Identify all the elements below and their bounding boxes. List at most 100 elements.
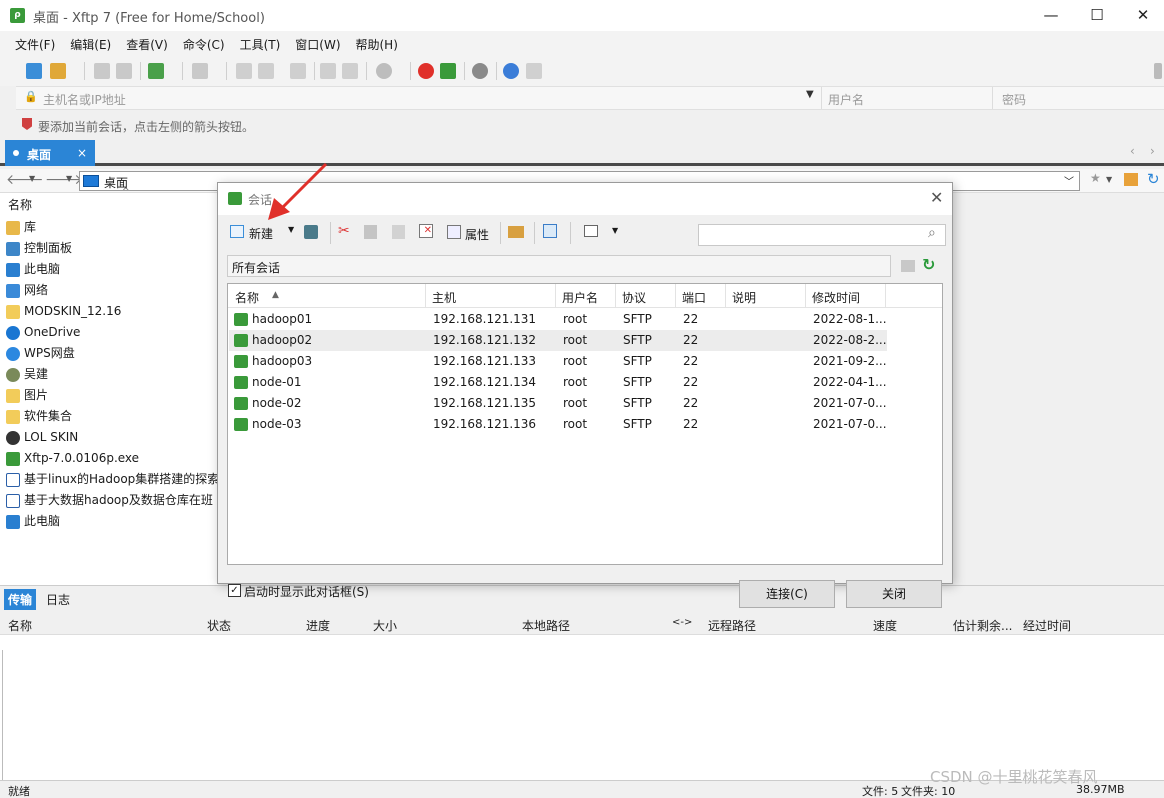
column-name[interactable]: 名称 (8, 617, 32, 634)
toolbar-overflow-icon[interactable] (1154, 63, 1162, 79)
transfer-icon[interactable] (290, 63, 306, 79)
list-item[interactable]: MODSKIN_12.16 (6, 301, 121, 321)
copy-icon[interactable] (364, 225, 377, 239)
delete-icon[interactable]: ✕ (419, 224, 433, 238)
menu-tools[interactable]: 工具(T) (232, 31, 288, 53)
view-dropdown-icon[interactable]: ▼ (612, 226, 618, 235)
xftp-icon[interactable] (440, 63, 456, 79)
bookmark-icon[interactable] (22, 118, 32, 130)
refresh-icon[interactable]: ↻ (922, 255, 935, 274)
username-input[interactable]: 用户名 (828, 91, 864, 108)
menu-help[interactable]: 帮助(H) (348, 31, 405, 53)
close-dialog-button[interactable]: 关闭 (846, 580, 942, 608)
help-icon[interactable] (503, 63, 519, 79)
favorites-dropdown-icon[interactable]: ▼ (1106, 175, 1112, 184)
upload-icon[interactable] (236, 63, 252, 79)
list-item[interactable]: 基于大数据hadoop及数据仓库在班 (6, 490, 213, 510)
show-on-start-label[interactable]: 启动时显示此对话框(S) (244, 583, 369, 600)
copy-icon[interactable] (320, 63, 336, 79)
column-local-path[interactable]: 本地路径 (522, 617, 570, 634)
path-dropdown-icon[interactable]: ﹀ (1064, 173, 1074, 188)
show-on-start-checkbox[interactable]: ✓ (228, 584, 241, 597)
open-folder-icon[interactable] (50, 63, 66, 79)
menu-window[interactable]: 窗口(W) (287, 31, 347, 53)
menu-file[interactable]: 文件(F) (7, 31, 62, 53)
forward-dropdown-icon[interactable]: ▼ (66, 174, 72, 183)
session-row[interactable]: hadoop03 192.168.121.133 root SFTP 22 2021-09… (229, 351, 887, 372)
back-dropdown-icon[interactable]: ▼ (29, 174, 35, 183)
list-item[interactable]: 控制面板 (6, 238, 72, 258)
menu-view[interactable]: 查看(V) (118, 31, 175, 53)
new-tab-icon[interactable] (148, 63, 164, 79)
column-modified[interactable]: 修改时间 (812, 289, 860, 306)
tab-close-icon[interactable]: × (77, 146, 87, 160)
tab-log[interactable]: 日志 (46, 591, 70, 608)
column-eta[interactable]: 估计剩余... (953, 617, 1012, 634)
forward-icon[interactable]: 🡒 (45, 171, 83, 188)
column-protocol[interactable]: 协议 (622, 289, 646, 306)
gear-icon[interactable] (472, 63, 488, 79)
shortcut-icon[interactable] (543, 224, 557, 238)
new-session-icon[interactable] (26, 63, 42, 79)
view-icon[interactable] (584, 225, 598, 237)
session-window-icon[interactable] (192, 63, 208, 79)
xshell-icon[interactable] (418, 63, 434, 79)
chat-icon[interactable] (526, 63, 542, 79)
column-progress[interactable]: 进度 (306, 617, 330, 634)
globe-icon[interactable] (376, 63, 392, 79)
list-item[interactable]: WPS网盘 (6, 343, 75, 363)
column-host[interactable]: 主机 (432, 289, 456, 306)
session-row[interactable]: hadoop01 192.168.121.131 root SFTP 22 2022-08… (229, 309, 887, 330)
session-row[interactable]: node-02 192.168.121.135 root SFTP 22 2021-07-… (229, 393, 887, 414)
folder-up-icon[interactable] (901, 260, 915, 272)
list-item[interactable]: 基于linux的Hadoop集群搭建的探索 (6, 469, 219, 489)
tab-desktop[interactable]: 桌面 × (5, 140, 95, 166)
close-button[interactable]: ✕ (1120, 0, 1164, 31)
session-row[interactable]: hadoop02 192.168.121.132 root SFTP 22 2022-08… (229, 330, 887, 351)
session-search-input[interactable]: ⌕ (698, 224, 946, 246)
properties-button[interactable]: 属性 (445, 221, 497, 245)
minimize-button[interactable]: — (1028, 0, 1074, 31)
column-direction[interactable]: <-> (672, 617, 692, 628)
host-input[interactable]: 主机名或IP地址 (43, 91, 126, 108)
column-elapsed[interactable]: 经过时间 (1023, 617, 1071, 634)
paste-icon[interactable] (342, 63, 358, 79)
column-name[interactable]: 名称 (235, 289, 259, 306)
menu-edit[interactable]: 编辑(E) (62, 31, 118, 53)
maximize-button[interactable]: ☐ (1074, 0, 1120, 31)
list-item[interactable]: OneDrive (6, 322, 80, 342)
search-icon[interactable]: ⌕ (928, 225, 936, 241)
tab-prev-icon[interactable]: ‹ (1130, 144, 1135, 158)
save-icon[interactable] (304, 225, 318, 239)
list-item[interactable]: 此电脑 (6, 511, 60, 531)
list-item[interactable]: 吴建 (6, 364, 48, 384)
folder-icon[interactable] (508, 226, 524, 238)
list-item[interactable]: 软件集合 (6, 406, 72, 426)
column-port[interactable]: 端口 (682, 289, 706, 306)
session-row[interactable]: node-01 192.168.121.134 root SFTP 22 2022-04-… (229, 372, 887, 393)
new-session-button[interactable]: 新建 ▼ (226, 221, 310, 245)
refresh-icon[interactable]: ↻ (1147, 170, 1160, 188)
column-description[interactable]: 说明 (732, 289, 756, 306)
dialog-close-icon[interactable]: ✕ (930, 188, 943, 207)
home-icon[interactable] (1124, 173, 1138, 186)
session-row[interactable]: node-03 192.168.121.136 root SFTP 22 2021-07-… (229, 414, 887, 435)
column-size[interactable]: 大小 (373, 617, 397, 634)
column-speed[interactable]: 速度 (873, 617, 897, 634)
download-icon[interactable] (258, 63, 274, 79)
tab-transfer[interactable]: 传输 (4, 589, 37, 610)
column-remote-path[interactable]: 远程路径 (708, 617, 756, 634)
cut-icon[interactable]: ✂ (338, 223, 350, 239)
paste-icon[interactable] (392, 225, 405, 239)
column-name[interactable]: 名称 (8, 196, 32, 213)
chevron-down-icon[interactable]: ▼ (806, 89, 814, 100)
new-dropdown-icon[interactable]: ▼ (288, 225, 294, 234)
tab-next-icon[interactable]: › (1150, 144, 1155, 158)
back-icon[interactable]: 🡐 (6, 171, 44, 188)
list-item[interactable]: Xftp-7.0.0106p.exe (6, 448, 139, 468)
password-input[interactable]: 密码 (1002, 91, 1026, 108)
column-user[interactable]: 用户名 (562, 289, 598, 306)
column-status[interactable]: 状态 (207, 617, 231, 634)
menu-command[interactable]: 命令(C) (175, 31, 232, 53)
list-item[interactable]: 库 (6, 217, 36, 237)
